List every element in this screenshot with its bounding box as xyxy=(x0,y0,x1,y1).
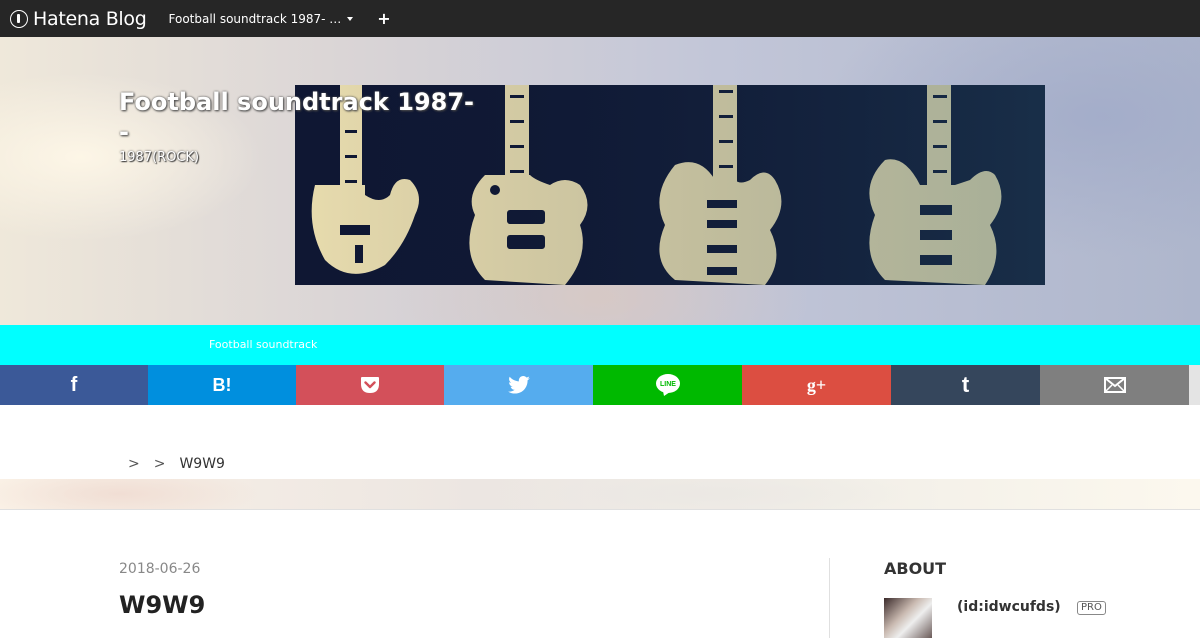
pro-badge: PRO xyxy=(1077,601,1106,615)
breadcrumb-separator: > xyxy=(153,456,166,472)
share-tumblr-button[interactable]: t xyxy=(891,365,1040,405)
hatena-blog-logo[interactable]: Hatena Blog xyxy=(10,0,147,37)
share-mail-button[interactable] xyxy=(1040,365,1189,405)
line-icon: LINE xyxy=(655,374,680,396)
global-nav: Football soundtrack xyxy=(0,325,1200,365)
line-icon-label: LINE xyxy=(660,381,676,388)
pocket-icon xyxy=(361,377,379,393)
about-heading: ABOUT xyxy=(884,559,947,578)
blog-description: 1987(ROCK) xyxy=(119,150,200,165)
entry-date[interactable]: 2018-06-26 xyxy=(119,561,200,577)
blog-selector-dropdown[interactable]: Football soundtrack 1987- … xyxy=(169,12,354,26)
nav-link-football-soundtrack[interactable]: Football soundtrack xyxy=(209,338,317,351)
column-divider xyxy=(829,558,830,638)
breadcrumb-separator: > xyxy=(128,456,140,472)
blog-selector-label: Football soundtrack 1987- … xyxy=(168,11,342,26)
blog-header: Football soundtrack 1987- - 1987(ROCK) xyxy=(0,37,1200,325)
share-facebook-button[interactable]: f xyxy=(0,365,148,405)
user-id-link[interactable]: (id:idwcufds) xyxy=(957,599,1061,615)
decorative-band xyxy=(0,479,1200,510)
share-google-plus-button[interactable]: g+ xyxy=(742,365,891,405)
hatena-logo-icon xyxy=(10,9,28,28)
blog-title-line2: - xyxy=(119,118,129,146)
logo-text: Hatena Blog xyxy=(33,7,147,30)
facebook-icon: f xyxy=(70,373,78,396)
breadcrumb: > > W9W9 xyxy=(128,456,225,472)
share-more-button[interactable] xyxy=(1189,365,1200,405)
share-pocket-button[interactable] xyxy=(296,365,444,405)
breadcrumb-current: W9W9 xyxy=(179,456,225,472)
share-bar: f B! LINE g+ t xyxy=(0,365,1200,405)
blog-title-line1: Football soundtrack 1987- xyxy=(119,88,474,116)
hatena-bookmark-icon: B! xyxy=(212,374,232,395)
share-line-button[interactable]: LINE xyxy=(593,365,742,405)
twitter-icon xyxy=(507,376,530,394)
avatar[interactable] xyxy=(884,598,932,638)
add-entry-button[interactable]: + xyxy=(377,10,390,27)
top-bar: Hatena Blog Football soundtrack 1987- … … xyxy=(0,0,1200,37)
blog-title[interactable]: Football soundtrack 1987- - xyxy=(119,87,474,147)
caret-down-icon xyxy=(347,16,354,21)
share-hatena-bookmark-button[interactable]: B! xyxy=(148,365,296,405)
mail-icon xyxy=(1103,377,1126,393)
share-twitter-button[interactable] xyxy=(444,365,593,405)
google-plus-icon: g+ xyxy=(806,374,827,395)
tumblr-icon: t xyxy=(961,372,970,397)
entry-title[interactable]: W9W9 xyxy=(119,588,799,622)
